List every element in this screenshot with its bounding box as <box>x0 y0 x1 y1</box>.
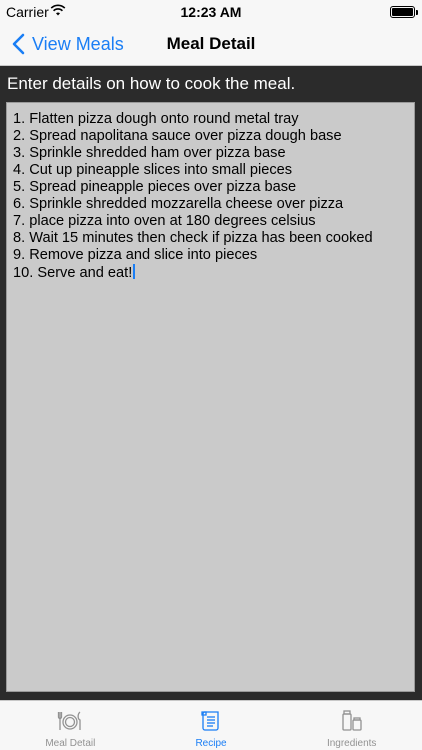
recipe-step: 1. Flatten pizza dough onto round metal … <box>13 111 299 127</box>
scroll-icon <box>201 711 219 731</box>
recipe-step: 2. Spread napolitana sauce over pizza do… <box>13 128 342 144</box>
navigation-bar: View Meals Meal Detail <box>0 24 422 66</box>
recipe-step: 5. Spread pineapple pieces over pizza ba… <box>13 179 297 195</box>
recipe-step: 9. Remove pizza and slice into pieces <box>13 247 258 263</box>
text-cursor <box>133 264 136 279</box>
jars-icon <box>342 710 362 731</box>
recipe-text-area[interactable]: 1. Flatten pizza dough onto round metal … <box>6 102 415 692</box>
tab-bar: Meal Detail Recipe Ingredients <box>0 700 422 750</box>
tab-meal-detail[interactable]: Meal Detail <box>0 701 141 750</box>
recipe-step: 7. place pizza into oven at 180 degrees … <box>13 213 316 229</box>
recipe-step: 3. Sprinkle shredded ham over pizza base <box>13 145 286 161</box>
status-time: 12:23 AM <box>180 4 242 20</box>
instruction-label: Enter details on how to cook the meal. <box>7 74 296 93</box>
tab-recipe[interactable]: Recipe <box>141 701 282 750</box>
recipe-step: 8. Wait 15 minutes then check if pizza h… <box>13 230 373 246</box>
recipe-step: 6. Sprinkle shredded mozzarella cheese o… <box>13 196 344 212</box>
recipe-step-text: 10. Serve and eat! <box>13 265 133 281</box>
battery-icon <box>390 6 418 18</box>
page-title: Meal Detail <box>166 34 256 53</box>
status-bar: Carrier 12:23 AM <box>0 0 422 24</box>
recipe-step: 4. Cut up pineapple slices into small pi… <box>13 162 293 178</box>
tab-label: Recipe <box>195 738 227 749</box>
tab-label: Ingredients <box>326 738 377 749</box>
tab-ingredients[interactable]: Ingredients <box>281 701 422 750</box>
tab-label: Meal Detail <box>45 738 96 749</box>
plate-utensils-icon <box>58 711 81 730</box>
recipe-step-last: 10. Serve and eat! <box>13 264 408 282</box>
